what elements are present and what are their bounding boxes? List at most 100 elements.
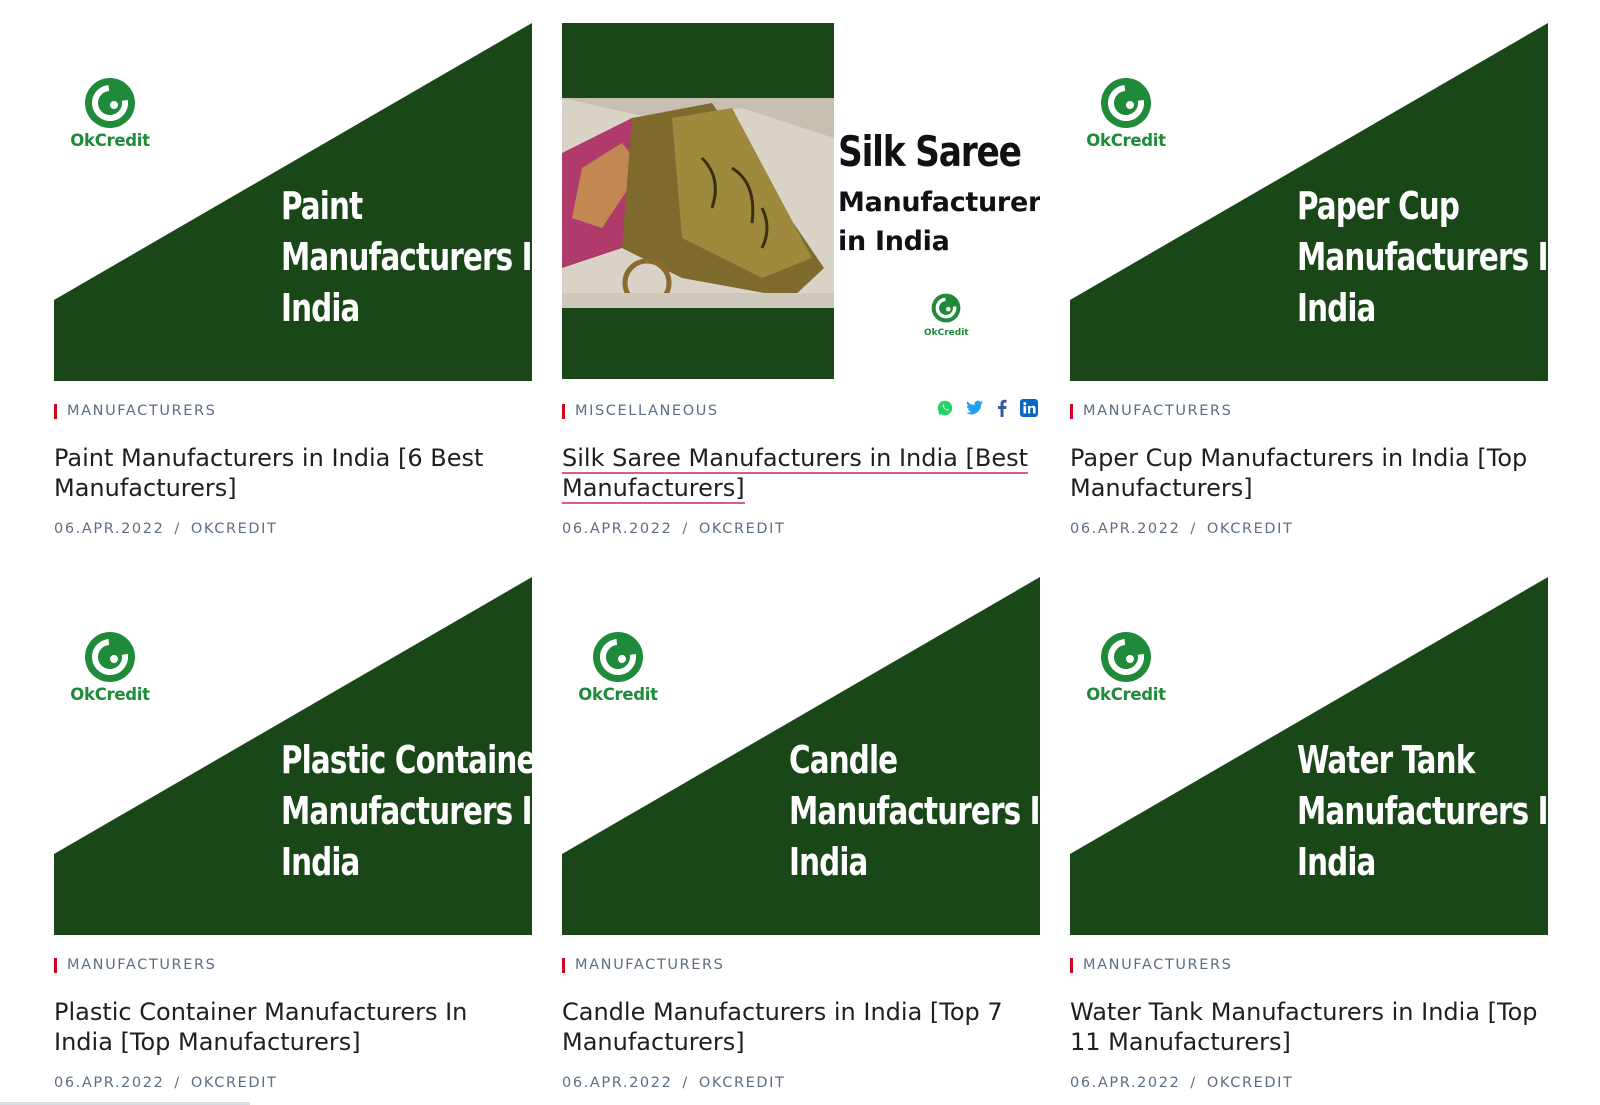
okcredit-logo-icon — [593, 632, 643, 682]
post-thumbnail[interactable]: OkCredit Paper Cup Manufacturers In Indi… — [1070, 23, 1548, 381]
okcredit-logo: OkCredit — [1078, 77, 1174, 150]
post-date: 06.APR.2022 — [1070, 1075, 1181, 1091]
post-author[interactable]: OKCREDIT — [1207, 521, 1294, 537]
thumbnail-title-line: Paint — [281, 184, 363, 228]
thumbnail-title-line: Manufacturers In — [1297, 789, 1548, 833]
okcredit-logo: OkCredit — [570, 631, 666, 704]
twitter-icon[interactable] — [966, 400, 984, 420]
post-card: OkCredit Paper Cup Manufacturers In Indi… — [1070, 23, 1548, 537]
thumbnail-subtitle: Manufacturers in India — [838, 183, 1040, 261]
separator: / — [174, 1075, 181, 1091]
post-byline: 06.APR.2022 / OKCREDIT — [562, 1075, 1040, 1091]
thumbnail-title-line: India — [1297, 840, 1376, 884]
post-card: OkCredit Water Tank Manufacturers In Ind… — [1070, 577, 1548, 1091]
post-author[interactable]: OKCREDIT — [699, 521, 786, 537]
category-label[interactable]: MANUFACTURERS — [575, 957, 724, 973]
post-card: OkCredit Plastic Container Manufacturers… — [54, 577, 532, 1091]
post-byline: 06.APR.2022 / OKCREDIT — [54, 1075, 532, 1091]
post-card: OkCredit Paint Manufacturers In India MA… — [54, 23, 532, 537]
post-title-text[interactable]: Silk Saree Manufacturers in India [Best … — [562, 444, 1028, 504]
post-author[interactable]: OKCREDIT — [699, 1075, 786, 1091]
separator: / — [682, 521, 689, 537]
post-title-link[interactable]: Silk Saree Manufacturers in India [Best … — [562, 443, 1040, 504]
separator: / — [174, 521, 181, 537]
whatsapp-icon[interactable] — [936, 399, 954, 421]
category-label[interactable]: MANUFACTURERS — [67, 957, 216, 973]
thumbnail-title: Paper Cup Manufacturers In India — [1297, 181, 1548, 334]
category-marker — [54, 403, 57, 419]
logo-text: OkCredit — [1086, 685, 1166, 704]
thumbnail-title-line: India — [1297, 286, 1376, 330]
okcredit-logo: OkCredit — [62, 631, 158, 704]
separator: / — [1190, 521, 1197, 537]
category-marker — [562, 957, 565, 973]
post-title-link[interactable]: Water Tank Manufacturers in India [Top 1… — [1070, 997, 1548, 1057]
category-label[interactable]: MISCELLANEOUS — [575, 403, 719, 419]
category-marker — [1070, 957, 1073, 973]
thumbnail-title-line: Manufacturers In — [789, 789, 1040, 833]
post-date: 06.APR.2022 — [54, 521, 165, 537]
okcredit-logo: OkCredit — [62, 77, 158, 150]
logo-text: OkCredit — [578, 685, 658, 704]
thumbnail-title-line: Plastic Container — [281, 738, 532, 782]
post-card: Silk Saree Manufacturers in India OkCred… — [562, 23, 1040, 537]
post-date: 06.APR.2022 — [562, 521, 673, 537]
post-byline: 06.APR.2022 / OKCREDIT — [562, 521, 1040, 537]
post-category[interactable]: MANUFACTURERS — [54, 403, 532, 419]
logo-text: OkCredit — [924, 328, 969, 338]
okcredit-logo-icon — [1101, 78, 1151, 128]
facebook-icon[interactable] — [996, 399, 1008, 421]
thumbnail-title: Plastic Container Manufacturers In India — [281, 735, 532, 888]
post-category[interactable]: MANUFACTURERS — [1070, 957, 1548, 973]
category-label[interactable]: MANUFACTURERS — [1083, 957, 1232, 973]
post-author[interactable]: OKCREDIT — [191, 521, 278, 537]
post-thumbnail[interactable]: OkCredit Water Tank Manufacturers In Ind… — [1070, 577, 1548, 935]
separator: / — [682, 1075, 689, 1091]
post-date: 06.APR.2022 — [562, 1075, 673, 1091]
thumbnail-heading: Silk Saree — [838, 127, 1022, 176]
logo-text: OkCredit — [1086, 131, 1166, 150]
post-title-link[interactable]: Paint Manufacturers in India [6 Best Man… — [54, 443, 532, 503]
logo-text: OkCredit — [70, 131, 150, 150]
thumbnail-title-line: India — [789, 840, 868, 884]
post-title-link[interactable]: Candle Manufacturers in India [Top 7 Man… — [562, 997, 1040, 1057]
share-bar — [936, 399, 1038, 421]
linkedin-icon[interactable] — [1020, 399, 1038, 421]
category-label[interactable]: MANUFACTURERS — [67, 403, 216, 419]
thumbnail-title-line: Manufacturers In — [281, 235, 532, 279]
thumbnail-title-line: Manufacturers In — [1297, 235, 1548, 279]
thumbnail-title: Candle Manufacturers In India — [789, 735, 1040, 888]
post-category[interactable]: MANUFACTURERS — [562, 957, 1040, 973]
okcredit-logo-icon — [931, 293, 961, 323]
category-marker — [54, 957, 57, 973]
post-byline: 06.APR.2022 / OKCREDIT — [1070, 1075, 1548, 1091]
thumbnail-subtitle-line: in India — [838, 226, 950, 257]
okcredit-logo-icon — [85, 78, 135, 128]
post-title-link[interactable]: Plastic Container Manufacturers In India… — [54, 997, 532, 1057]
post-date: 06.APR.2022 — [54, 1075, 165, 1091]
category-marker — [562, 403, 565, 419]
thumbnail-title: Paint Manufacturers In India — [281, 181, 532, 334]
post-category[interactable]: MANUFACTURERS — [1070, 403, 1548, 419]
thumbnail-title-line: India — [281, 286, 360, 330]
post-thumbnail[interactable]: OkCredit Paint Manufacturers In India — [54, 23, 532, 381]
thumbnail-subtitle-line: Manufacturers — [838, 187, 1040, 218]
post-author[interactable]: OKCREDIT — [1207, 1075, 1294, 1091]
post-card: OkCredit Candle Manufacturers In India M… — [562, 577, 1040, 1091]
post-title-link[interactable]: Paper Cup Manufacturers in India [Top Ma… — [1070, 443, 1548, 503]
thumbnail-title: Water Tank Manufacturers In India — [1297, 735, 1548, 888]
okcredit-logo-icon — [1101, 632, 1151, 682]
post-thumbnail[interactable]: OkCredit Candle Manufacturers In India — [562, 577, 1040, 935]
okcredit-logo: OkCredit — [1078, 631, 1174, 704]
post-thumbnail[interactable]: OkCredit Plastic Container Manufacturers… — [54, 577, 532, 935]
logo-text: OkCredit — [70, 685, 150, 704]
post-author[interactable]: OKCREDIT — [191, 1075, 278, 1091]
saree-photo — [562, 98, 834, 308]
thumbnail-title-line: Paper Cup — [1297, 184, 1460, 228]
post-byline: 06.APR.2022 / OKCREDIT — [1070, 521, 1548, 537]
category-label[interactable]: MANUFACTURERS — [1083, 403, 1232, 419]
thumbnail-title-line: Candle — [789, 738, 898, 782]
post-category[interactable]: MANUFACTURERS — [54, 957, 532, 973]
category-marker — [1070, 403, 1073, 419]
post-thumbnail[interactable]: Silk Saree Manufacturers in India OkCred… — [562, 23, 1040, 381]
